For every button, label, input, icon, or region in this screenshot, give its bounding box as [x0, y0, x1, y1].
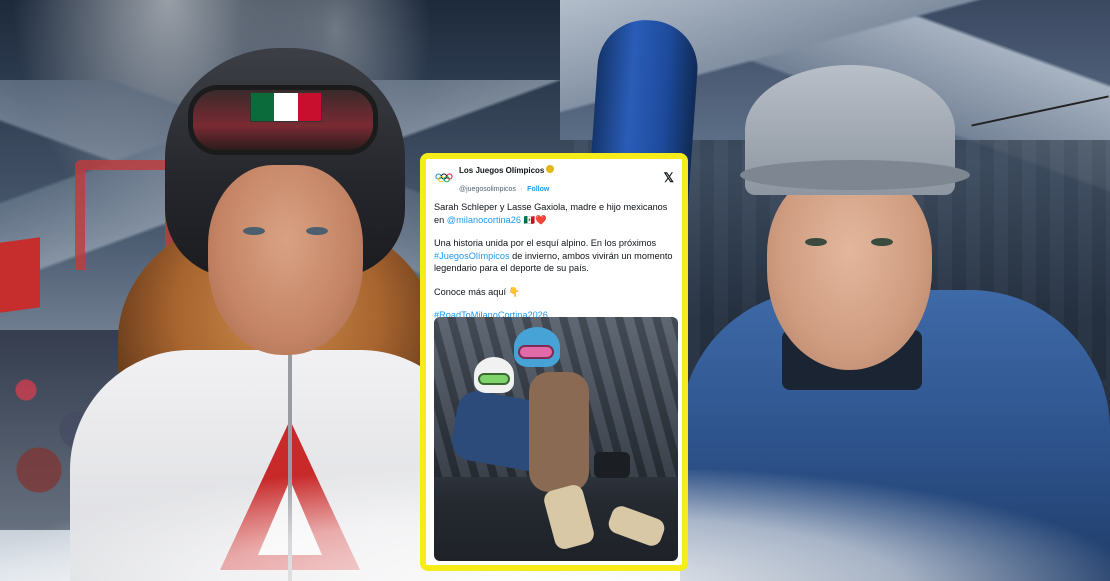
woman-face — [208, 165, 363, 355]
verified-badge-icon — [546, 165, 555, 174]
tweet-paragraph-1: Sarah Schleper y Lasse Gaxiola, madre e … — [434, 201, 674, 226]
collage-image: Los Juegos Olímpicos @juegosolimpicos · … — [0, 0, 1110, 581]
leg-right — [605, 503, 668, 549]
mother-body — [529, 372, 589, 492]
flag-heart-emoji: 🇲🇽❤️ — [520, 214, 547, 225]
tweet-highlight-frame: Los Juegos Olímpicos @juegosolimpicos · … — [420, 153, 688, 571]
man-right-eye — [871, 238, 893, 246]
mexico-flag-sticker — [250, 92, 322, 122]
mention-milanocortina26[interactable]: @milanocortina26 — [447, 215, 521, 225]
woman-left-eye — [243, 227, 265, 235]
separator-dot: · — [520, 186, 523, 193]
hashtag-juegosolimpicos[interactable]: #JuegosOlímpicos — [434, 251, 510, 261]
author-handle[interactable]: @juegosolimpicos — [459, 186, 516, 193]
man-face — [767, 170, 932, 370]
follow-button[interactable]: Follow — [527, 186, 549, 193]
tweet-card[interactable]: Los Juegos Olímpicos @juegosolimpicos · … — [426, 159, 682, 565]
tweet-text: Sarah Schleper y Lasse Gaxiola, madre e … — [434, 201, 674, 322]
flag-left — [0, 237, 40, 313]
woman-right-eye — [306, 227, 328, 235]
x-logo-icon[interactable]: 𝕏 — [664, 170, 674, 186]
mother-goggles — [518, 345, 554, 359]
paragraph-2-text: Una historia unida por el esquí alpino. … — [434, 238, 657, 248]
cap-brim — [740, 160, 970, 190]
olympic-rings-icon — [435, 173, 453, 183]
man-left-eye — [805, 238, 827, 246]
leg-left — [541, 482, 597, 552]
tweet-media-image[interactable] — [434, 317, 678, 561]
tweet-header: Los Juegos Olímpicos @juegosolimpicos · … — [434, 165, 674, 193]
tweet-author-block: Los Juegos Olímpicos @juegosolimpicos · … — [459, 160, 660, 195]
tweet-paragraph-3: Conoce más aquí 👇 — [434, 286, 521, 297]
child-goggles — [478, 373, 510, 385]
olympic-rings-avatar[interactable] — [434, 168, 454, 188]
tweet-paragraph-2: Una historia unida por el esquí alpino. … — [434, 237, 674, 275]
ski-boot — [594, 452, 630, 478]
author-name[interactable]: Los Juegos Olímpicos — [459, 166, 544, 176]
